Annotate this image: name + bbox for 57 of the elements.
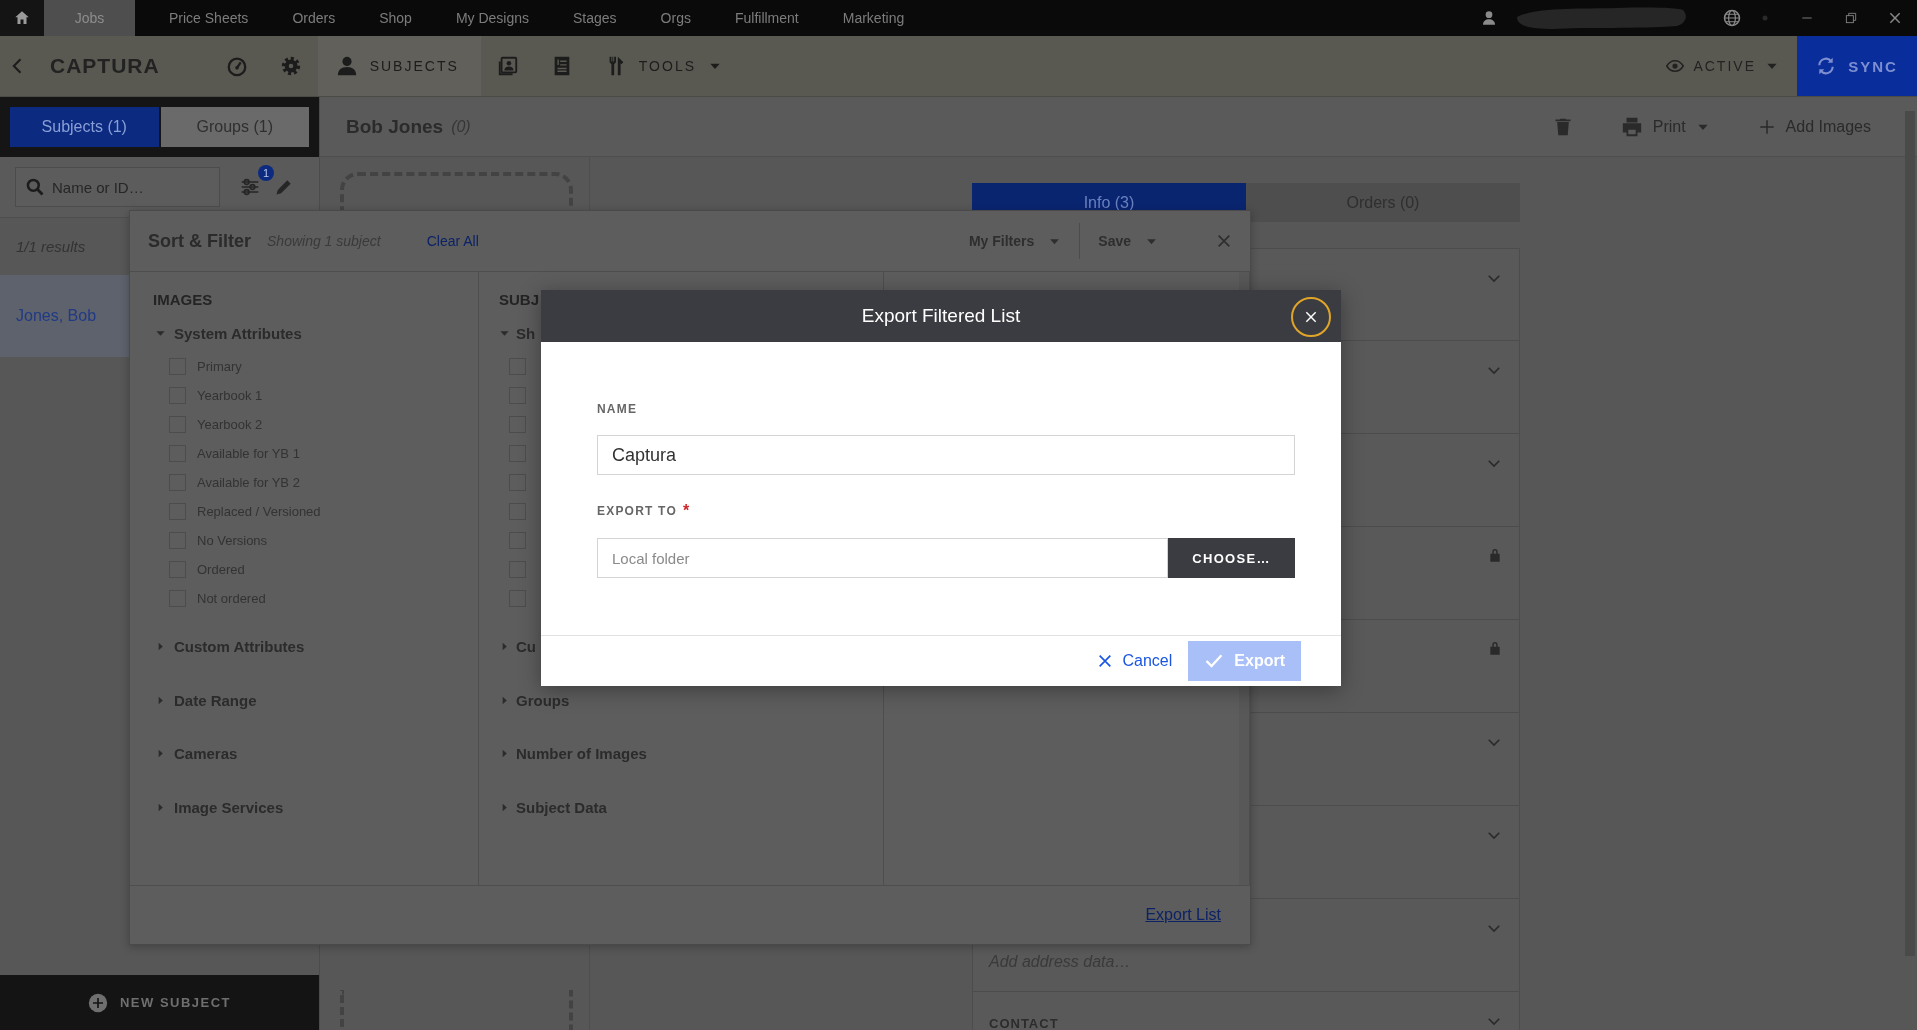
close-button[interactable] — [1216, 233, 1232, 249]
nav-tab[interactable]: Fulfillment — [712, 0, 821, 36]
close-icon — [1888, 11, 1902, 25]
job-title: CAPTURA — [49, 53, 161, 79]
toolbar-tab[interactable]: SUBJECTS — [317, 36, 481, 96]
new-subject-button[interactable]: NEW SUBJECT — [0, 975, 319, 1030]
close-button[interactable] — [1291, 297, 1331, 337]
close-icon — [1304, 310, 1318, 324]
cancel-button[interactable]: Cancel — [1092, 652, 1173, 670]
close-icon — [1216, 233, 1232, 249]
nav-tab[interactable]: Price Sheets — [147, 0, 271, 36]
nav-tab[interactable]: Marketing — [820, 0, 927, 36]
close-icon — [1096, 653, 1113, 669]
pencil-icon — [274, 177, 294, 197]
status-dropdown[interactable]: ACTIVE — [1648, 36, 1797, 96]
sidebar-tab[interactable]: Subjects (1) — [10, 107, 159, 147]
home-icon[interactable] — [13, 9, 31, 27]
lock-icon — [1487, 547, 1503, 563]
sync-button[interactable]: SYNC — [1797, 36, 1917, 96]
filter-count-badge: 1 — [258, 165, 274, 181]
search-icon — [25, 177, 45, 197]
nav-tab[interactable]: Shop — [357, 0, 434, 36]
home-button[interactable] — [0, 0, 44, 36]
choose-button[interactable]: CHOOSE… — [1168, 538, 1295, 578]
filter-section-heading: SUBJ — [499, 289, 540, 310]
required-mark: * — [682, 502, 691, 520]
plus-icon — [1757, 117, 1776, 136]
field-label: EXPORT TO — [597, 504, 677, 518]
export-list-link[interactable]: Export List — [1145, 906, 1221, 924]
clear-all-link[interactable]: Clear All — [426, 233, 479, 249]
eye-icon — [1666, 57, 1685, 75]
field-label: NAME — [597, 402, 638, 416]
dialog-title: Export Filtered List — [861, 305, 1021, 327]
nav-tab[interactable]: My Designs — [433, 0, 551, 36]
gauge-icon — [225, 55, 248, 77]
person-icon — [335, 55, 358, 77]
plus-circle-icon — [87, 992, 108, 1013]
toolbar-tab[interactable]: TOOLS — [588, 36, 738, 96]
globe-icon[interactable] — [1723, 9, 1741, 27]
restore-icon — [1844, 11, 1858, 25]
nav-tab[interactable]: Orgs — [638, 0, 713, 36]
sidebar-tab[interactable]: Groups (1) — [160, 107, 309, 147]
settings-icon — [279, 55, 302, 77]
sync-icon — [1816, 56, 1837, 76]
sliders-icon — [240, 177, 260, 197]
input-field[interactable]: Captura — [597, 435, 1295, 475]
edit-button[interactable] — [274, 177, 294, 197]
nav-tab[interactable]: Stages — [551, 0, 639, 36]
nav-tab[interactable]: Jobs — [44, 0, 135, 36]
photos-icon — [496, 55, 519, 77]
user-icon[interactable] — [1481, 10, 1497, 26]
lock-icon — [1487, 640, 1503, 656]
input-field[interactable]: Local folder — [597, 538, 1168, 578]
filter-button[interactable] — [240, 177, 260, 197]
filter-section-heading: IMAGES — [153, 289, 214, 310]
printer-icon — [1620, 115, 1643, 138]
nav-tab[interactable]: Orders — [270, 0, 358, 36]
